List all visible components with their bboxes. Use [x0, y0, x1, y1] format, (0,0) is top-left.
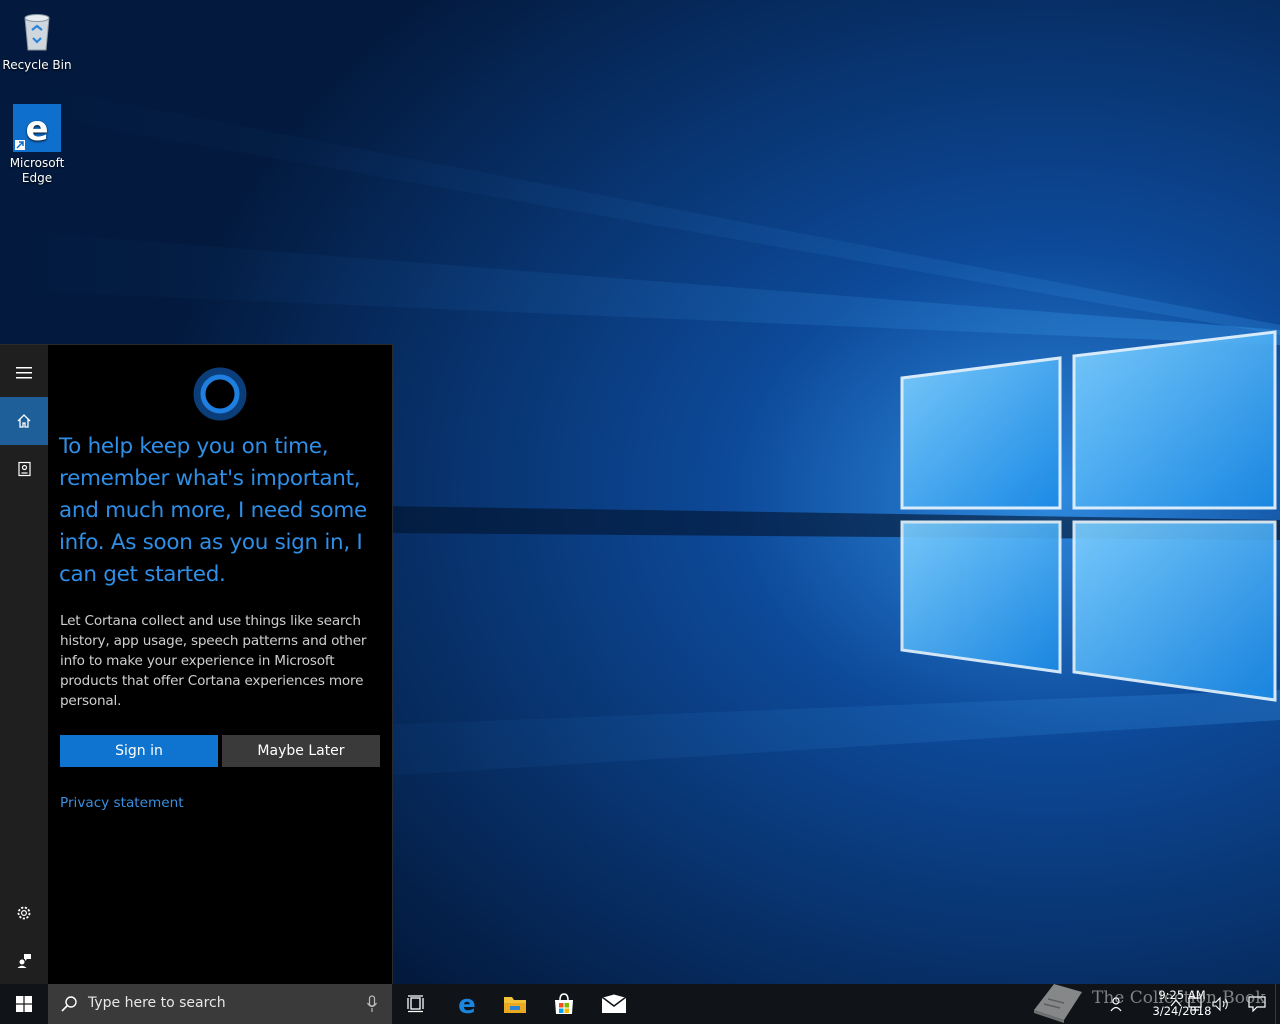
maybe-later-button[interactable]: Maybe Later: [222, 735, 380, 767]
windows-logo-icon: [16, 996, 32, 1012]
action-center-icon[interactable]: [1248, 996, 1266, 1012]
notebook-icon: [18, 461, 31, 477]
cortana-description: Let Cortana collect and use things like …: [60, 613, 367, 709]
store-icon: [555, 993, 573, 1014]
taskbar-mail-button[interactable]: [590, 984, 638, 1024]
cortana-content: To help keep you on time, remember what'…: [48, 345, 392, 984]
desktop-icon-recycle-bin[interactable]: Recycle Bin: [1, 6, 73, 73]
search-icon: [61, 996, 77, 1012]
edge-icon: e: [458, 992, 476, 1016]
taskbar: Type here to search e 9:25 AM 3/24/2018: [0, 984, 1280, 1024]
desktop-icon-label: Recycle Bin: [2, 58, 72, 72]
cortana-notebook-button[interactable]: [0, 445, 48, 493]
home-icon: [17, 414, 31, 428]
gear-icon: [17, 906, 31, 920]
cortana-feedback-button[interactable]: [0, 937, 48, 985]
cortana-sidebar: [0, 345, 48, 984]
cortana-home-button[interactable]: [0, 397, 48, 445]
start-button[interactable]: [0, 984, 48, 1024]
desktop-icon-label: Microsoft Edge: [9, 156, 65, 185]
taskbar-edge-button[interactable]: e: [443, 984, 491, 1024]
clock-date: 3/24/2018: [1152, 1004, 1212, 1018]
microphone-icon[interactable]: [366, 995, 378, 1013]
taskbar-clock[interactable]: 9:25 AM 3/24/2018: [1142, 987, 1222, 1019]
taskbar-file-explorer-button[interactable]: [491, 984, 539, 1024]
file-explorer-icon: [504, 997, 526, 1013]
cortana-heading: To help keep you on time, remember what'…: [59, 434, 367, 587]
cortana-menu-button[interactable]: [0, 349, 48, 397]
taskbar-store-button[interactable]: [540, 984, 588, 1024]
svg-text:e: e: [25, 109, 48, 149]
clock-time: 9:25 AM: [1158, 988, 1206, 1002]
feedback-icon: [17, 954, 31, 968]
taskbar-search-box[interactable]: Type here to search: [48, 984, 392, 1024]
privacy-statement-link[interactable]: Privacy statement: [60, 795, 184, 811]
cortana-logo-icon: [193, 367, 247, 421]
cortana-settings-button[interactable]: [0, 889, 48, 937]
edge-icon: e: [13, 104, 61, 152]
show-desktop-button[interactable]: [1275, 984, 1280, 1024]
cortana-panel: To help keep you on time, remember what'…: [0, 344, 393, 984]
search-placeholder: Type here to search: [88, 995, 226, 1011]
task-view-button[interactable]: [392, 984, 440, 1024]
people-icon[interactable]: [1110, 996, 1128, 1012]
desktop-icon-edge[interactable]: e Microsoft Edge: [1, 104, 73, 186]
task-view-icon: [407, 995, 424, 1013]
sign-in-button[interactable]: Sign in: [60, 735, 218, 767]
hamburger-menu-icon: [16, 367, 32, 379]
recycle-bin-icon: [13, 6, 61, 54]
svg-text:e: e: [458, 992, 476, 1016]
system-tray: 9:25 AM 3/24/2018: [1080, 984, 1280, 1024]
mail-icon: [601, 994, 627, 1013]
